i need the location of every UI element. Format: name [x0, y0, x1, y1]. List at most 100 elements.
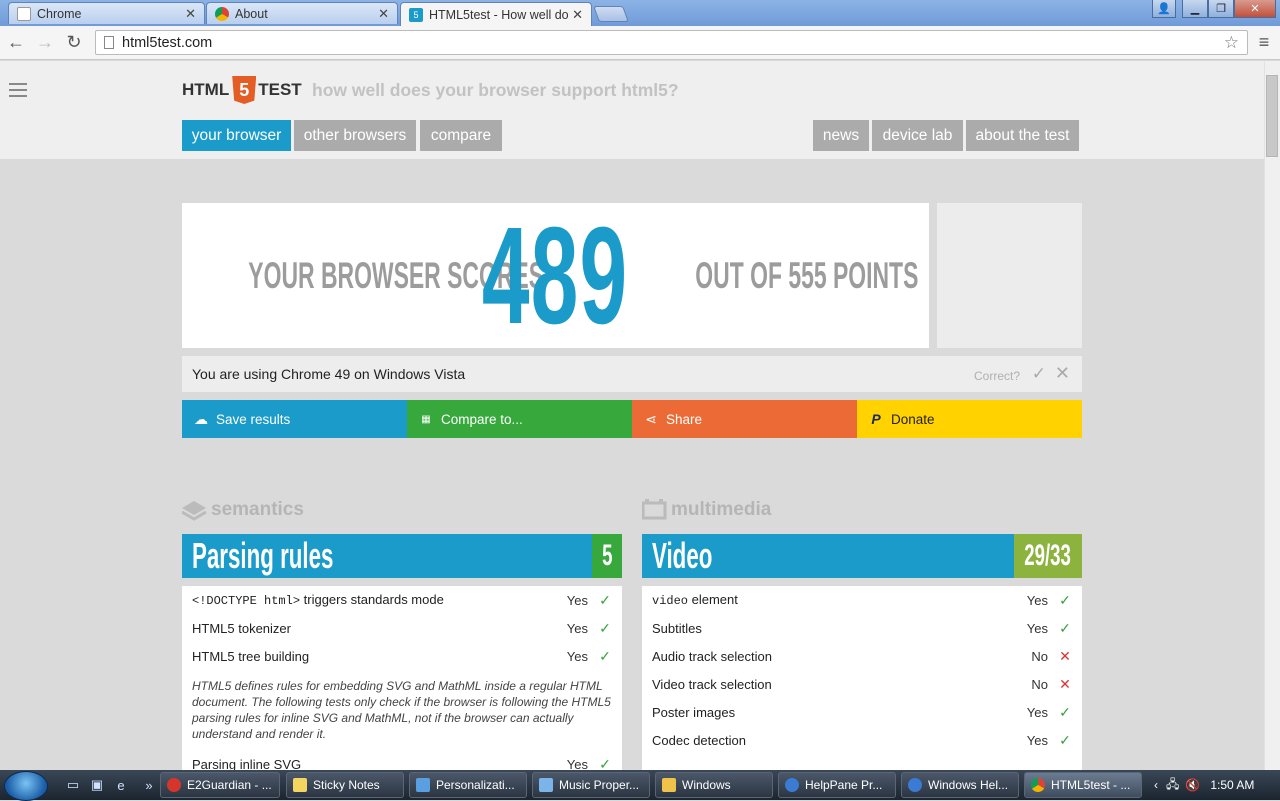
reject-x-icon[interactable]: ✕ [1055, 363, 1070, 384]
check-icon: ✓ [1059, 591, 1071, 608]
results-panel-right: video element Yes ✓ Subtitles Yes ✓ Audio … [642, 586, 1082, 770]
reload-icon[interactable]: ↻ [62, 30, 86, 54]
share-icon: ⋖ [645, 410, 657, 427]
result-row: <!DOCTYPE html> triggers standards mode … [182, 586, 622, 614]
taskbar-label: Music Proper... [559, 778, 640, 792]
category-title: Parsing rules [192, 535, 334, 576]
nav-news[interactable]: news [813, 120, 869, 151]
forward-icon[interactable]: → [33, 30, 57, 54]
section-heading-text: multimedia [671, 499, 772, 520]
score-value: 489 [482, 198, 629, 353]
share-button[interactable]: ⋖ Share [632, 400, 857, 438]
tab-about[interactable]: About ✕ [206, 2, 398, 24]
taskbar-item[interactable]: Music Proper... [532, 772, 650, 798]
switch-windows-icon[interactable]: ▣ [88, 776, 106, 794]
user-icon[interactable]: 👤 [1152, 0, 1176, 18]
tab-html5test[interactable]: 5 HTML5test - How well do ✕ [400, 2, 592, 26]
site-logo[interactable]: HTML 5 TEST [182, 75, 302, 105]
new-tab-button[interactable] [593, 6, 629, 22]
show-desktop-icon[interactable]: ▭ [64, 776, 82, 794]
category-score: 5 [601, 539, 613, 572]
compare-to-button[interactable]: ▦ Compare to... [407, 400, 632, 438]
score-suffix: OUT OF 555 POINTS [694, 254, 918, 296]
nav-compare[interactable]: compare [420, 120, 502, 151]
taskbar-item[interactable]: E2Guardian - ... [160, 772, 280, 798]
confirm-check-icon[interactable]: ✓ [1032, 364, 1046, 384]
paypal-icon: P [871, 411, 881, 427]
code-label: video [652, 594, 689, 608]
tab-title: Chrome [37, 6, 82, 21]
result-row: HTML5 tree building Yes ✓ [182, 642, 622, 670]
nav-about-the-test[interactable]: about the test [966, 120, 1079, 151]
save-results-button[interactable]: ☁ Save results [182, 400, 407, 438]
nav-your-browser[interactable]: your browser [182, 120, 291, 151]
network-icon[interactable]: 🖧 [1166, 775, 1179, 796]
result-value: Yes [1026, 592, 1048, 608]
taskbar-label: Sticky Notes [313, 778, 380, 792]
nav-other-browsers[interactable]: other browsers [294, 120, 416, 151]
page-icon [104, 36, 114, 49]
vertical-scrollbar[interactable] [1264, 61, 1280, 770]
correct-label: Correct? [973, 369, 1020, 383]
grid-icon: ▦ [421, 413, 431, 425]
nav-device-lab[interactable]: device lab [872, 120, 963, 151]
button-label: Donate [891, 411, 935, 427]
taskbar-item[interactable]: Windows Hel... [901, 772, 1019, 798]
tab-chrome[interactable]: Chrome ✕ [8, 2, 205, 24]
hamburger-menu-icon[interactable] [9, 83, 27, 97]
result-value: Yes [566, 648, 588, 664]
section-heading-multimedia: multimedia [642, 499, 771, 521]
html5-shield-icon: 5 [232, 76, 257, 104]
taskbar-item[interactable]: Sticky Notes [286, 772, 404, 798]
scrollbar-thumb[interactable] [1266, 75, 1278, 157]
chrome-menu-icon[interactable]: ≡ [1252, 30, 1276, 54]
browser-detection-bar: You are using Chrome 49 on Windows Vista… [182, 356, 1082, 392]
back-icon[interactable]: ← [4, 30, 28, 54]
music-properties-icon [539, 778, 553, 792]
volume-muted-icon[interactable]: 🔇 [1185, 778, 1200, 792]
result-label: triggers standards mode [300, 592, 444, 607]
internet-explorer-icon[interactable]: e [112, 776, 130, 794]
section-note: HTML5 defines rules for embedding SVG an… [192, 679, 611, 741]
minimize-button[interactable]: ▁ [1182, 0, 1208, 18]
logo-text: TEST [258, 80, 302, 99]
page-icon [17, 6, 31, 21]
restore-button[interactable]: ❐ [1208, 0, 1234, 18]
start-button[interactable] [4, 771, 48, 801]
close-icon[interactable]: ✕ [572, 7, 583, 23]
taskbar-item[interactable]: Windows [655, 772, 773, 798]
page-content: HTML 5 TEST how well does your browser s… [0, 61, 1264, 770]
layers-icon [182, 501, 207, 521]
close-icon[interactable]: ✕ [185, 6, 196, 22]
star-icon[interactable]: ☆ [1224, 33, 1239, 53]
taskbar-item[interactable]: Personalizati... [409, 772, 527, 798]
result-label: Video track selection [652, 676, 772, 692]
more-quicklaunch-icon[interactable]: » [140, 776, 158, 794]
close-icon[interactable]: ✕ [378, 6, 389, 22]
result-value: Yes [566, 592, 588, 608]
chrome-icon [1031, 778, 1045, 792]
result-row: Codec detection Yes ✓ [642, 726, 1082, 754]
side-panel [937, 203, 1082, 348]
button-label: Save results [216, 411, 291, 427]
result-row: video element Yes ✓ [642, 586, 1082, 614]
address-bar[interactable]: html5test.com ☆ [95, 30, 1248, 55]
help-icon [785, 778, 799, 792]
category-title: Video [652, 535, 713, 576]
result-value: Yes [1026, 620, 1048, 636]
taskbar-label: Windows Hel... [928, 778, 1009, 792]
window-close-button[interactable]: ✕ [1234, 0, 1276, 18]
result-row: Poster images Yes ✓ [642, 698, 1082, 726]
result-label: HTML5 tree building [192, 648, 310, 664]
chrome-icon [215, 6, 229, 21]
address-text: html5test.com [122, 34, 213, 51]
check-icon: ✓ [1059, 731, 1071, 748]
donate-button[interactable]: P Donate [857, 400, 1082, 438]
clock[interactable]: 1:50 AM [1210, 778, 1254, 792]
html5test-icon: 5 [409, 7, 423, 22]
tray-expand-icon[interactable]: ‹ [1154, 778, 1158, 792]
taskbar-item[interactable]: HelpPane Pr... [778, 772, 896, 798]
cloud-upload-icon: ☁ [194, 410, 208, 427]
taskbar-item[interactable]: HTML5test - ... [1024, 772, 1142, 798]
button-label: Share [666, 411, 703, 427]
